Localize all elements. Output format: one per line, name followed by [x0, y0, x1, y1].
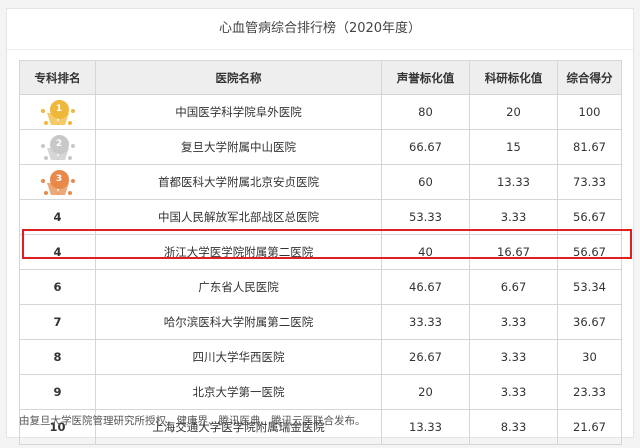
reputation-value: 40: [381, 234, 470, 270]
total-score: 36.67: [557, 304, 622, 340]
research-value: 6.67: [469, 269, 558, 305]
reputation-value: 66.67: [381, 129, 470, 165]
reputation-value: 80: [381, 94, 470, 130]
rank-number: 7: [53, 315, 62, 329]
hospital-name: 哈尔滨医科大学附属第二医院: [95, 304, 382, 340]
total-score: 73.33: [557, 164, 622, 200]
bronze-medal-icon: 3: [40, 167, 75, 197]
header-reputation: 声誉标化值: [381, 60, 470, 95]
total-score: 30: [557, 339, 622, 375]
table-row: 3 首都医科大学附属北京安贞医院 60 13.33 73.33: [19, 164, 622, 200]
reputation-value: 26.67: [381, 339, 470, 375]
table-row: 4 中国人民解放军北部战区总医院 53.33 3.33 56.67: [19, 199, 622, 235]
total-score: 56.67: [557, 234, 622, 270]
table-row: 4 浙江大学医学院附属第二医院 40 16.67 56.67: [19, 234, 622, 270]
research-value: 3.33: [469, 304, 558, 340]
rank-cell: 7: [19, 304, 96, 340]
rank-number: 4: [53, 210, 62, 224]
ranking-panel: 心血管病综合排行榜（2020年度） 专科排名 医院名称 声誉标化值 科研标化值 …: [6, 8, 634, 445]
research-value: 8.33: [469, 409, 558, 445]
research-value: 13.33: [469, 164, 558, 200]
reputation-value: 33.33: [381, 304, 470, 340]
rank-cell: 4: [19, 199, 96, 235]
reputation-value: 53.33: [381, 199, 470, 235]
rank-cell: 9: [19, 374, 96, 410]
hospital-name: 广东省人民医院: [95, 269, 382, 305]
source-note: 由复旦大学医院管理研究所授权，健康界、腾讯医典、腾讯云医联合发布。: [19, 415, 366, 427]
hospital-name: 首都医科大学附属北京安贞医院: [95, 164, 382, 200]
silver-medal-icon: 2: [40, 132, 75, 162]
header-rank: 专科排名: [19, 60, 96, 95]
rank-cell: 4: [19, 234, 96, 270]
medal-rank-number: 1: [49, 100, 69, 119]
table-row: 8 四川大学华西医院 26.67 3.33 30: [19, 339, 622, 375]
medal-rank-number: 2: [49, 135, 69, 154]
reputation-value: 20: [381, 374, 470, 410]
header-research: 科研标化值: [469, 60, 558, 95]
hospital-name: 四川大学华西医院: [95, 339, 382, 375]
total-score: 56.67: [557, 199, 622, 235]
rank-cell: 3: [19, 164, 96, 200]
rank-number: 8: [53, 350, 62, 364]
rank-number: 6: [53, 280, 62, 294]
research-value: 16.67: [469, 234, 558, 270]
total-score: 21.67: [557, 409, 622, 445]
medal-rank-number: 3: [49, 170, 69, 189]
hospital-name: 浙江大学医学院附属第二医院: [95, 234, 382, 270]
table-row: 2 复旦大学附属中山医院 66.67 15 81.67: [19, 129, 622, 165]
header-hospital: 医院名称: [95, 60, 382, 95]
rank-number: 4: [53, 245, 62, 259]
research-value: 20: [469, 94, 558, 130]
research-value: 3.33: [469, 374, 558, 410]
research-value: 3.33: [469, 199, 558, 235]
reputation-value: 60: [381, 164, 470, 200]
hospital-name: 北京大学第一医院: [95, 374, 382, 410]
hospital-name: 中国医学科学院阜外医院: [95, 94, 382, 130]
rank-cell: 2: [19, 129, 96, 165]
hospital-name: 复旦大学附属中山医院: [95, 129, 382, 165]
rank-cell: 6: [19, 269, 96, 305]
table-header-row: 专科排名 医院名称 声誉标化值 科研标化值 综合得分: [19, 60, 622, 95]
total-score: 81.67: [557, 129, 622, 165]
page-title: 心血管病综合排行榜（2020年度）: [7, 9, 633, 50]
research-value: 15: [469, 129, 558, 165]
header-score: 综合得分: [557, 60, 622, 95]
rank-cell: 1: [19, 94, 96, 130]
rank-number: 9: [53, 385, 62, 399]
table-row: 9 北京大学第一医院 20 3.33 23.33: [19, 374, 622, 410]
total-score: 23.33: [557, 374, 622, 410]
reputation-value: 46.67: [381, 269, 470, 305]
table-row: 1 中国医学科学院阜外医院 80 20 100: [19, 94, 622, 130]
research-value: 3.33: [469, 339, 558, 375]
ranking-table: 专科排名 医院名称 声誉标化值 科研标化值 综合得分 1 中国医学科学院阜外医院 8…: [19, 60, 622, 445]
table-row: 7 哈尔滨医科大学附属第二医院 33.33 3.33 36.67: [19, 304, 622, 340]
gold-medal-icon: 1: [40, 97, 75, 127]
rank-cell: 8: [19, 339, 96, 375]
reputation-value: 13.33: [381, 409, 470, 445]
table-row: 6 广东省人民医院 46.67 6.67 53.34: [19, 269, 622, 305]
total-score: 100: [557, 94, 622, 130]
hospital-name: 中国人民解放军北部战区总医院: [95, 199, 382, 235]
total-score: 53.34: [557, 269, 622, 305]
